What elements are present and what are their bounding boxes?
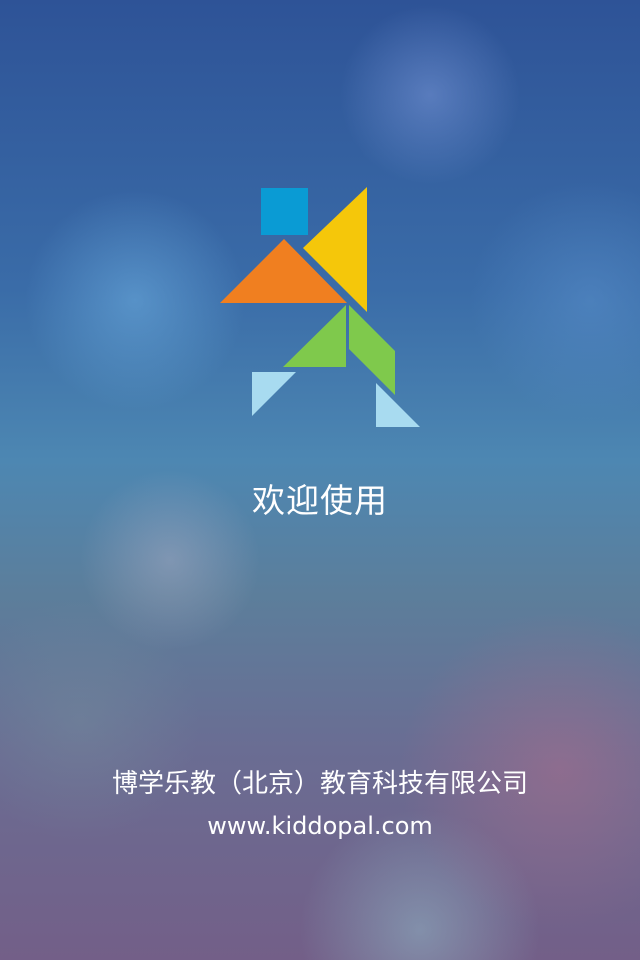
website-url: www.kiddopal.com (207, 812, 433, 840)
welcome-text: 欢迎使用 (252, 481, 388, 520)
company-name: 博学乐教（北京）教育科技有限公司 (111, 769, 528, 799)
logo-green-parallelogram (349, 305, 395, 395)
splash-screen: 欢迎使用 博学乐教（北京）教育科技有限公司 www.kiddopal.com (0, 0, 640, 960)
logo-green-triangle (283, 305, 346, 367)
logo-head-square (261, 188, 308, 235)
logo-lightblue-right-triangle (376, 383, 420, 427)
logo-lightblue-left-triangle (252, 372, 296, 416)
